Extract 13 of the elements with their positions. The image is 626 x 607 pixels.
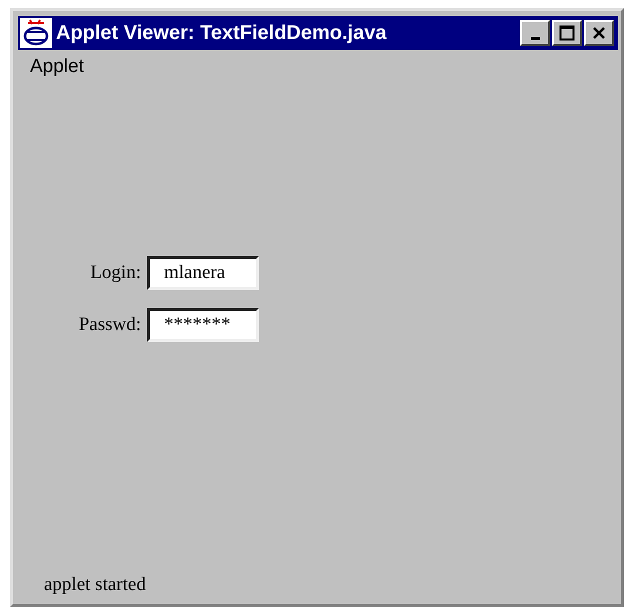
window-title: Applet Viewer: TextFieldDemo.java — [56, 22, 388, 44]
minimize-icon — [530, 36, 540, 40]
text-field[interactable]: ******* — [147, 308, 259, 342]
field-label: Login: — [89, 262, 141, 284]
menu-item[interactable]: Applet — [30, 56, 84, 78]
status-text: applet started — [43, 574, 147, 597]
close-button[interactable] — [584, 20, 614, 46]
text-field[interactable]: mlanera — [147, 256, 259, 290]
close-icon — [592, 26, 606, 40]
field-label: Passwd: — [78, 314, 141, 336]
maximize-button[interactable] — [552, 20, 582, 46]
maximize-icon — [559, 25, 575, 41]
minimize-button[interactable] — [520, 20, 550, 46]
